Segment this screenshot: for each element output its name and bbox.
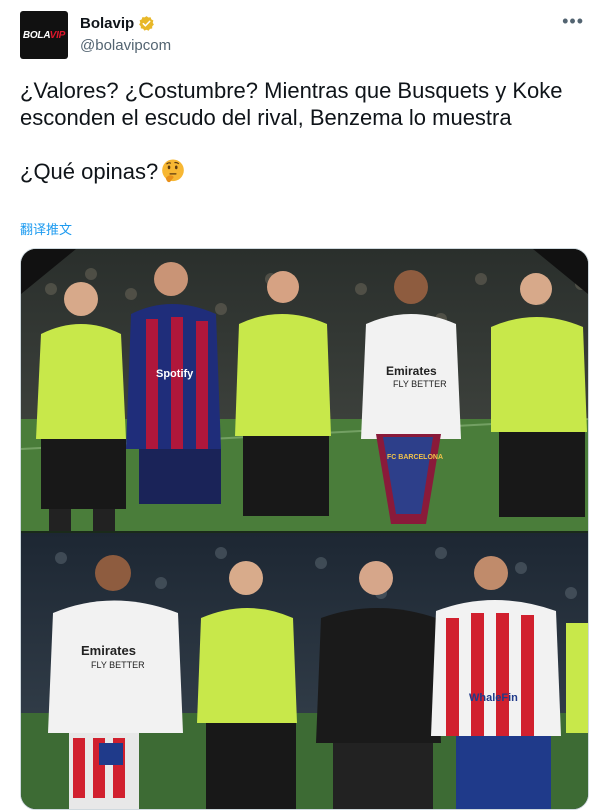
verified-badge-icon (139, 16, 155, 31)
svg-text:WhaleFin: WhaleFin (469, 692, 518, 704)
svg-text:Emirates: Emirates (81, 643, 136, 658)
more-options-icon[interactable]: ••• (562, 12, 584, 30)
svg-text:Spotify: Spotify (156, 368, 194, 380)
tweet-media[interactable]: Spotify Emirates FLY BETTER FC BARCELONA (20, 248, 589, 810)
svg-text:Emirates: Emirates (386, 364, 437, 378)
author-name[interactable]: Bolavip (80, 15, 134, 32)
author-handle[interactable]: @bolavipcom (80, 37, 171, 54)
svg-text:FLY BETTER: FLY BETTER (91, 660, 145, 670)
photo-top-lineup[interactable]: Spotify Emirates FLY BETTER FC BARCELONA (21, 249, 588, 531)
photo-bottom-lineup[interactable]: Emirates FLY BETTER WhaleFin (21, 533, 588, 809)
tweet-text: ¿Valores? ¿Costumbre? Mientras que Busqu… (20, 77, 580, 185)
author-name-row[interactable]: Bolavip (80, 15, 155, 32)
avatar[interactable]: BOLAVIP (20, 11, 68, 59)
svg-text:FC BARCELONA: FC BARCELONA (387, 454, 443, 461)
thinking-face-emoji (162, 159, 185, 183)
svg-text:FLY BETTER: FLY BETTER (393, 379, 447, 389)
avatar-logo-text: BOLAVIP (22, 29, 66, 41)
translate-tweet-link[interactable]: 翻译推文 (20, 219, 72, 238)
tweet-body: ¿Valores? ¿Costumbre? Mientras que Busqu… (20, 78, 563, 184)
